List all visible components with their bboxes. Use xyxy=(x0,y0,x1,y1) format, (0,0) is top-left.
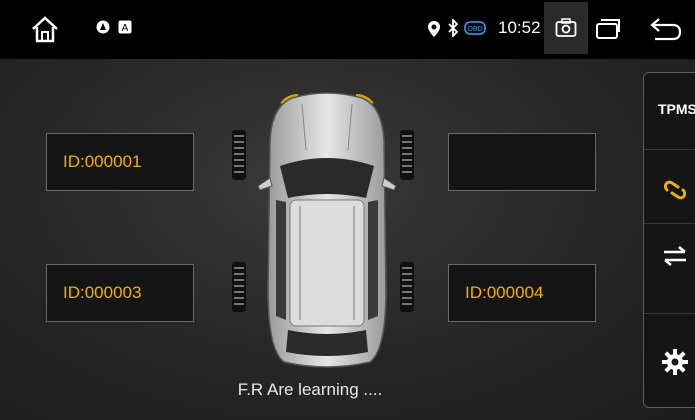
clock: 10:52 xyxy=(498,18,541,37)
panel-title: TPMS xyxy=(658,101,695,117)
car-top-view-icon xyxy=(257,92,397,368)
obd-label: OBD xyxy=(467,26,482,33)
notification-app-letter: A xyxy=(122,23,129,34)
rear-right-id-box[interactable]: ID:000004 xyxy=(448,264,596,322)
back-icon[interactable] xyxy=(648,16,684,42)
rear-left-tire-icon xyxy=(232,262,246,312)
notification-app-icon: A xyxy=(118,20,132,34)
notification-icon xyxy=(96,20,110,34)
learning-status-message: F.R Are learning .... xyxy=(237,380,383,399)
panel-divider xyxy=(644,223,695,224)
panel-divider xyxy=(644,313,695,314)
front-right-tire-icon xyxy=(400,130,414,180)
front-left-tire-icon xyxy=(232,130,246,180)
screenshot-icon[interactable] xyxy=(544,2,588,54)
learn-icon[interactable] xyxy=(658,173,692,207)
settings-icon[interactable] xyxy=(658,345,692,379)
bluetooth-icon xyxy=(446,18,460,38)
tpms-side-panel: TPMS xyxy=(643,72,695,408)
rear-left-id-box[interactable]: ID:000003 xyxy=(46,264,194,322)
location-icon xyxy=(426,20,442,38)
obd-icon: OBD xyxy=(464,20,486,36)
status-bar: A OBD 10:52 xyxy=(0,0,695,59)
panel-divider xyxy=(644,149,695,150)
home-icon[interactable] xyxy=(30,14,60,44)
front-right-id-box[interactable] xyxy=(448,133,596,191)
rear-right-tire-icon xyxy=(400,262,414,312)
front-left-id-box[interactable]: ID:000001 xyxy=(46,133,194,191)
swap-icon[interactable] xyxy=(658,239,692,273)
recent-apps-icon[interactable] xyxy=(593,16,623,42)
